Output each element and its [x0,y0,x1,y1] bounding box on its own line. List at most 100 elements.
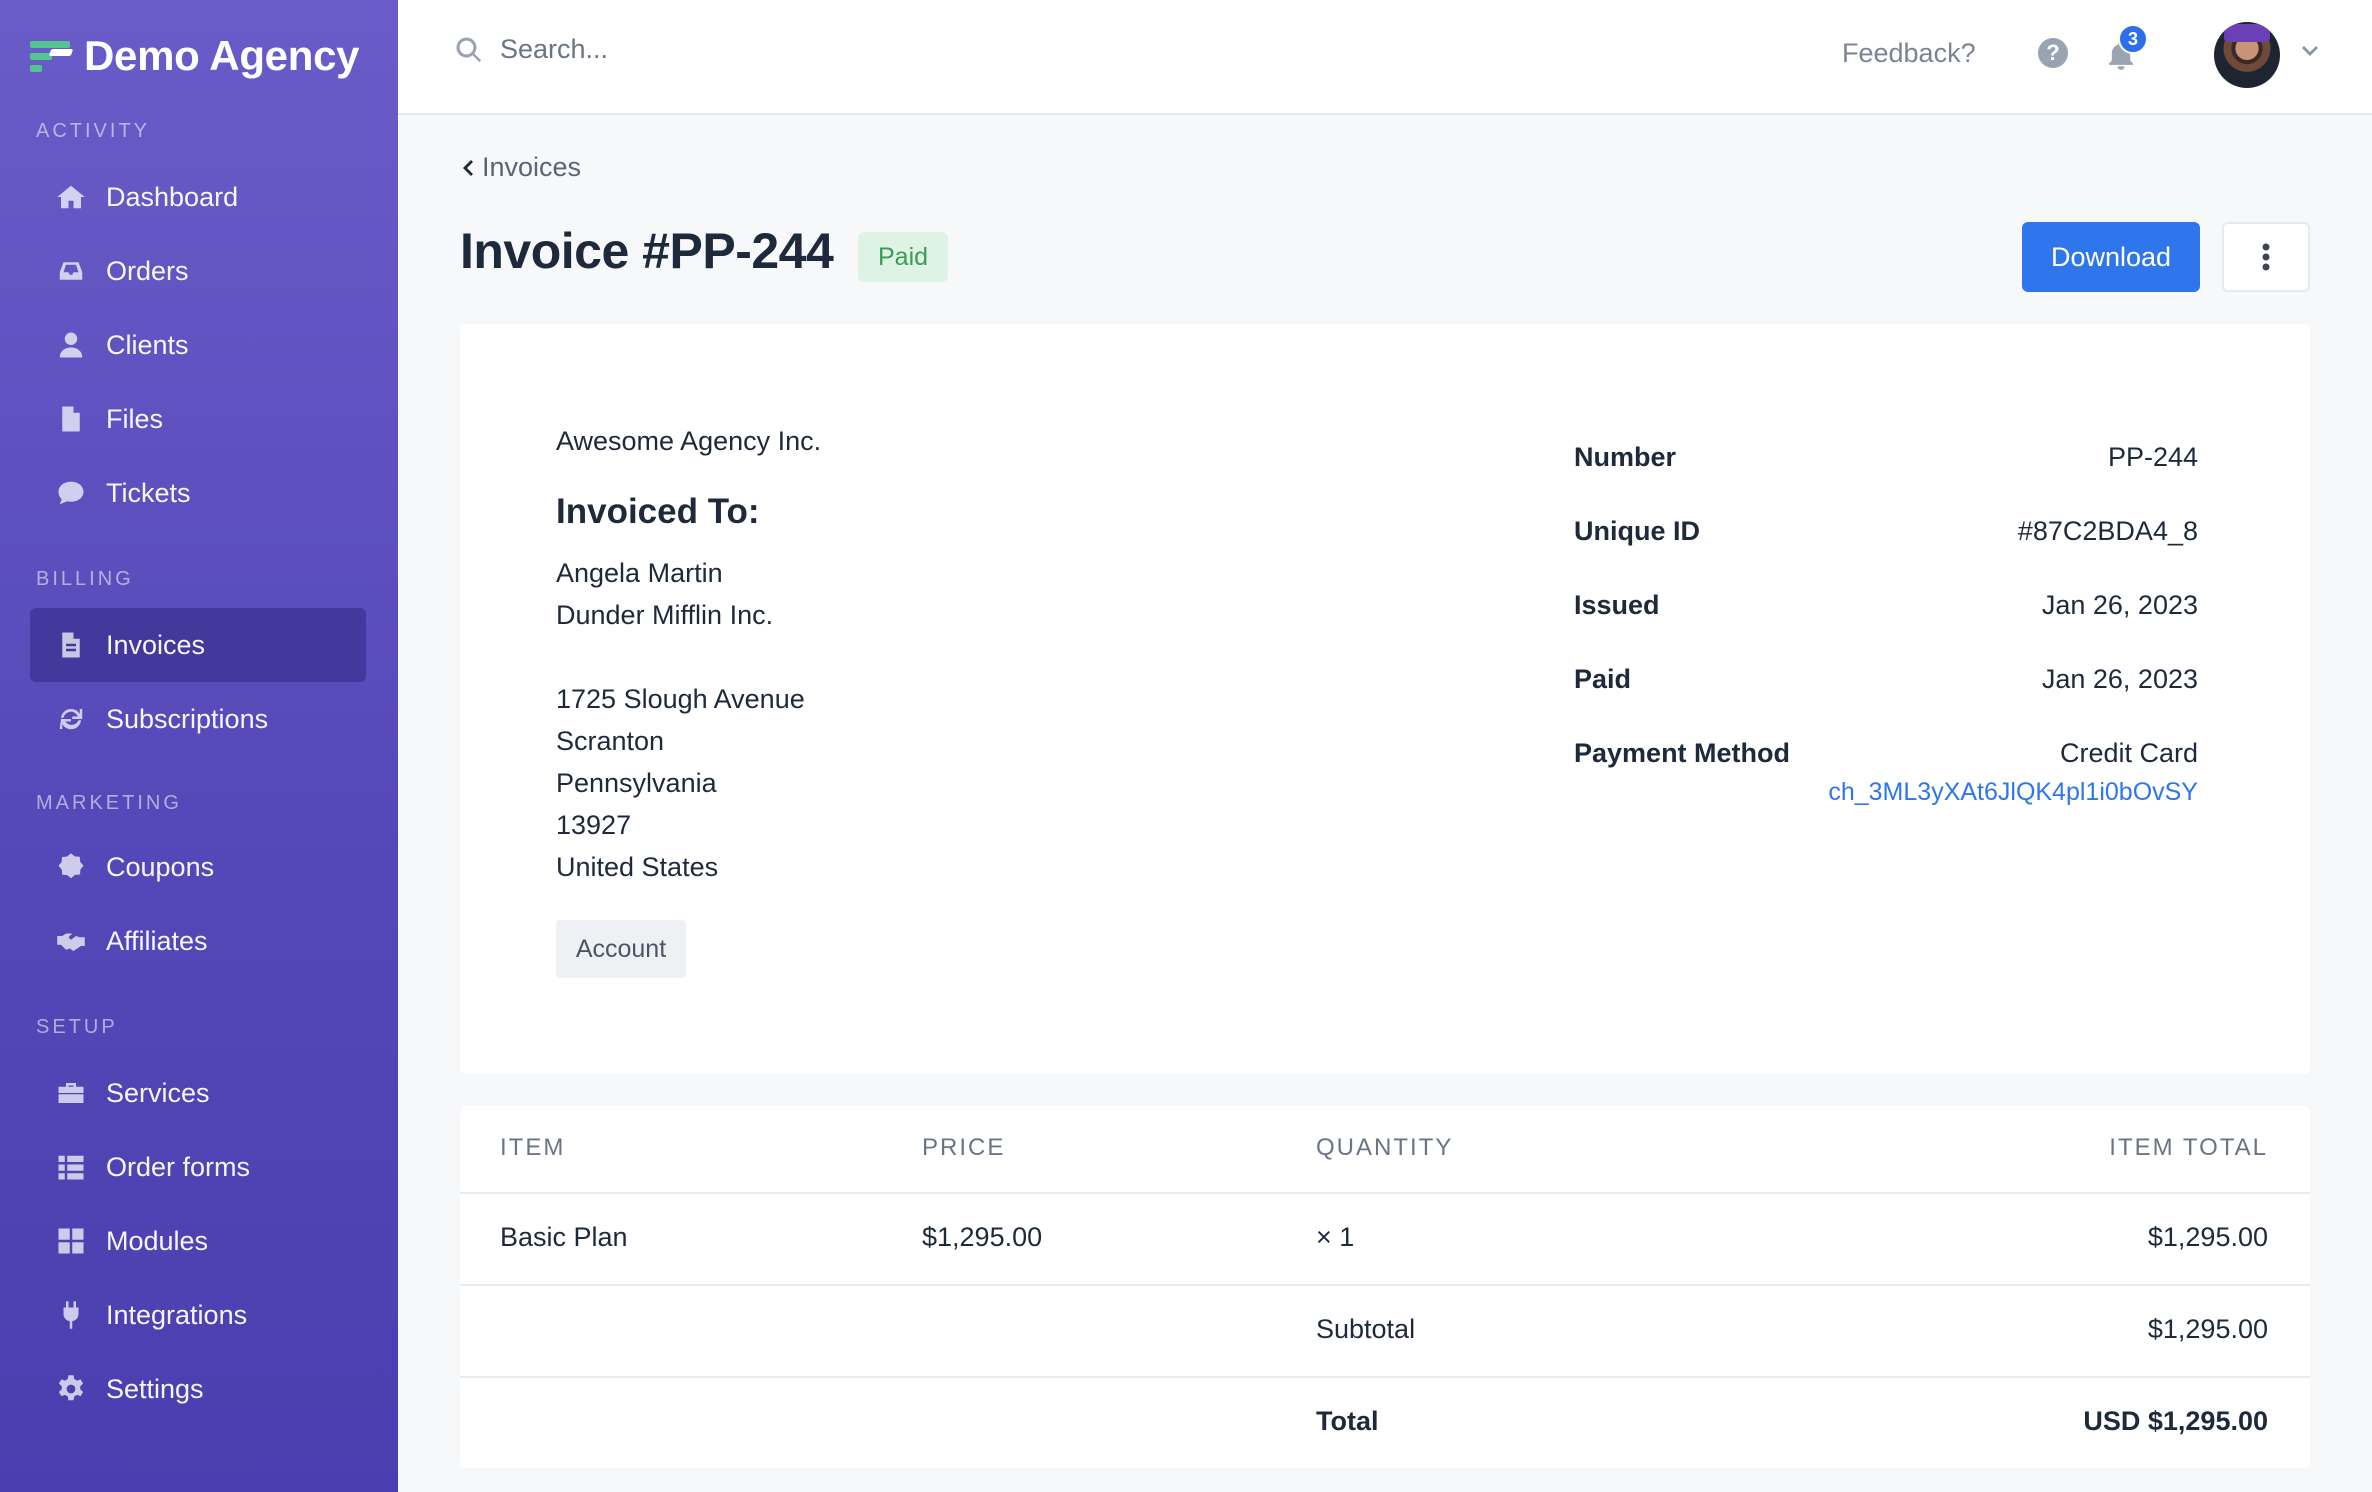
sidebar-item-invoices[interactable]: Invoices [30,608,366,682]
sidebar-item-label: Invoices [106,629,206,660]
row-divider [460,1376,2310,1378]
meta-value-number: PP-244 [2107,442,2198,472]
meta-label-unique-id: Unique ID [1574,516,1700,546]
invoice-icon [56,630,86,660]
home-icon [56,182,86,212]
breadcrumb-back-link[interactable]: Invoices [460,152,581,183]
search-icon [456,36,482,62]
sidebar-item-coupons[interactable]: Coupons [30,830,366,904]
row-divider [460,1284,2310,1286]
sidebar-item-label: Orders [106,255,189,286]
user-icon [56,330,86,360]
chevron-left-icon [463,159,473,176]
help-icon[interactable]: ? [2038,38,2068,68]
section-label-marketing: Marketing [36,792,182,814]
search-box[interactable] [454,34,1100,65]
address-country: United States [556,852,719,882]
breadcrumb-label: Invoices [482,152,582,182]
sidebar-item-subscriptions[interactable]: Subscriptions [30,682,366,756]
brand-name: Demo Agency [84,32,360,79]
avatar[interactable] [2214,22,2280,88]
chevron-down-icon[interactable] [2298,40,2322,64]
recipient-name: Angela Martin [556,558,723,588]
toolbox-icon [56,1078,86,1108]
brand[interactable]: Demo Agency [30,28,360,84]
total-label: Total [1316,1406,1379,1436]
cell-quantity: × 1 [1316,1222,1355,1252]
meta-label-paid: Paid [1574,664,1632,694]
list-icon [56,1152,86,1182]
coupon-icon [56,852,86,882]
sidebar-item-label: Services [106,1077,210,1108]
meta-value-paid: Jan 26, 2023 [2041,664,2198,694]
sidebar-item-settings[interactable]: Settings [30,1352,366,1426]
column-header-quantity: Quantity [1316,1134,1454,1161]
refresh-icon [56,704,86,734]
meta-value-issued: Jan 26, 2023 [2041,590,2198,620]
sidebar-item-files[interactable]: Files [30,382,366,456]
column-header-item-total: Item total [2109,1134,2268,1161]
invoiced-to-heading: Invoiced To: [556,492,760,531]
recipient-company: Dunder Mifflin Inc. [556,600,774,630]
sidebar-item-label: Dashboard [106,181,239,212]
sidebar-item-label: Order forms [106,1151,251,1182]
meta-label-payment-method: Payment Method [1574,738,1791,768]
sidebar-item-order-forms[interactable]: Order forms [30,1130,366,1204]
file-icon [56,404,86,434]
sidebar-item-label: Modules [106,1225,209,1256]
account-button[interactable]: Account [556,920,686,978]
notification-count-badge: 3 [2118,24,2148,54]
sidebar: Demo Agency Activity Dashboard Orders Cl… [0,0,398,1492]
sidebar-item-label: Subscriptions [106,703,269,734]
search-input[interactable] [500,34,1100,65]
section-label-setup: Setup [36,1016,118,1038]
sidebar-item-affiliates[interactable]: Affiliates [30,904,366,978]
kebab-menu-icon [2262,243,2270,271]
more-options-button[interactable] [2222,222,2310,292]
address-state: Pennsylvania [556,768,717,798]
download-button[interactable]: Download [2022,222,2200,292]
sidebar-item-label: Tickets [106,477,191,508]
plug-icon [56,1300,86,1330]
sidebar-item-tickets[interactable]: Tickets [30,456,366,530]
address-zip: 13927 [556,810,632,840]
meta-value-payment-method: Credit Card [2059,738,2198,768]
sidebar-item-orders[interactable]: Orders [30,234,366,308]
sidebar-item-label: Settings [106,1373,204,1404]
status-badge: Paid [858,232,949,282]
sidebar-item-label: Clients [106,329,189,360]
invoice-from: Awesome Agency Inc. [556,426,822,456]
sidebar-item-clients[interactable]: Clients [30,308,366,382]
column-header-price: Price [922,1134,1006,1161]
sidebar-item-dashboard[interactable]: Dashboard [30,160,366,234]
page-title: Invoice #PP-244 [460,223,834,279]
meta-label-number: Number [1574,442,1677,472]
handshake-icon [56,926,86,956]
cell-item: Basic Plan [500,1222,628,1252]
row-divider [460,1192,2310,1194]
meta-value-unique-id: #87C2BDA4_8 [2017,516,2198,546]
grid-icon [56,1226,86,1256]
topbar: Feedback? ? 3 [398,0,2372,115]
sidebar-item-integrations[interactable]: Integrations [30,1278,366,1352]
section-label-activity: Activity [36,120,151,142]
sidebar-item-label: Integrations [106,1299,248,1330]
chat-icon [56,478,86,508]
sidebar-item-modules[interactable]: Modules [30,1204,366,1278]
meta-label-issued: Issued [1574,590,1660,620]
subtotal-label: Subtotal [1316,1314,1416,1344]
total-value: USD $1,295.00 [2083,1406,2268,1436]
feedback-link[interactable]: Feedback? [1842,38,1976,69]
brand-logo-icon [30,39,74,73]
sidebar-item-label: Coupons [106,851,215,882]
address-city: Scranton [556,726,665,756]
address-street: 1725 Slough Avenue [556,684,805,714]
sidebar-item-label: Files [106,403,164,434]
column-header-item: Item [500,1134,566,1161]
subtotal-value: $1,295.00 [2147,1314,2268,1344]
inbox-icon [56,256,86,286]
payment-reference-link[interactable]: ch_3ML3yXAt6JlQK4pl1i0bOvSY [1828,778,2198,807]
sidebar-item-label: Affiliates [106,925,208,956]
cell-price: $1,295.00 [922,1222,1043,1252]
sidebar-item-services[interactable]: Services [30,1056,366,1130]
